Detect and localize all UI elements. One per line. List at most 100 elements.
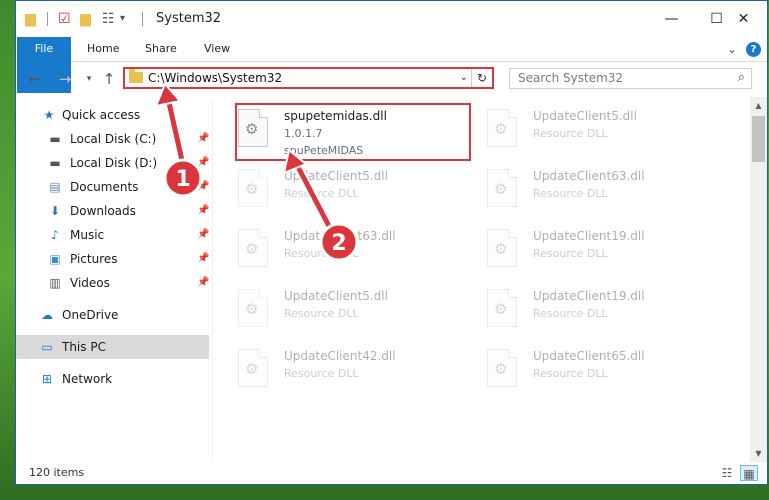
sidebar-item-label: Downloads — [70, 204, 136, 218]
gear-icon: ⚙ — [494, 300, 508, 318]
sidebar-item-label: Quick access — [62, 108, 141, 122]
sidebar-item-local-disk-c[interactable]: ▬ Local Disk (C:) 📌 — [16, 127, 209, 151]
file-name: UpdateClient42.dll — [284, 349, 396, 363]
scroll-up-icon[interactable]: ▲ — [750, 97, 767, 114]
file-description: Resource DLL — [533, 307, 608, 320]
search-input[interactable]: Search System32 ⌕ — [509, 68, 752, 89]
status-bar: 120 items ☷ ▦ — [16, 462, 767, 484]
sidebar-item-label: Network — [62, 372, 113, 386]
dll-file-icon: ⚙ — [238, 229, 268, 267]
ribbon-tabs: File Home Share View ⌄ ? — [16, 37, 767, 93]
download-icon: ⬇ — [49, 204, 61, 218]
videos-icon: ▥ — [49, 276, 61, 290]
file-item[interactable]: ⚙ UpdateClient65.dll Resource DLL — [463, 341, 698, 397]
sidebar-item-network[interactable]: ⊞ Network — [16, 367, 209, 391]
file-name: UpdateClient5.dll — [533, 109, 637, 123]
navigation-bar: ← → ▾ ↑ C:\Windows\System32 ⌄ ↻ Search S… — [16, 62, 767, 96]
pin-icon: 📌 — [197, 253, 210, 264]
forward-button[interactable]: → — [54, 68, 76, 90]
scrollbar-thumb[interactable] — [752, 116, 765, 162]
tab-home[interactable]: Home — [87, 37, 119, 61]
search-icon[interactable]: ⌕ — [738, 70, 745, 85]
gear-icon: ⚙ — [245, 300, 259, 318]
navigation-pane: ★ Quick access ▬ Local Disk (C:) 📌 ▬ Loc… — [16, 101, 212, 462]
expand-ribbon-icon[interactable]: ⌄ — [723, 40, 741, 58]
window-title: System32 — [156, 11, 222, 26]
file-name: UpdateClient63.dll — [533, 169, 645, 183]
dll-file-icon: ⚙ — [487, 169, 517, 207]
large-icons-view-icon[interactable]: ▦ — [740, 465, 758, 481]
file-item[interactable]: ⚙ UpdateClient63.dll Resource DLL — [214, 221, 449, 277]
folder-icon: ▆ — [25, 11, 36, 27]
tab-share[interactable]: Share — [145, 37, 177, 61]
sidebar-item-videos[interactable]: ▥ Videos 📌 — [16, 271, 209, 295]
file-name: UpdateClient5.dll — [284, 169, 388, 183]
file-item[interactable]: ⚙ UpdateClient5.dll Resource DLL — [463, 101, 698, 157]
address-bar[interactable]: C:\Windows\System32 ⌄ ↻ — [123, 67, 494, 89]
drive-icon: ▬ — [49, 156, 61, 170]
help-icon[interactable]: ? — [746, 42, 761, 57]
scroll-down-icon[interactable]: ▼ — [750, 445, 767, 462]
file-item[interactable]: ⚙ UpdateClient5.dll Resource DLL — [214, 281, 449, 337]
refresh-button[interactable]: ↻ — [471, 69, 492, 87]
file-description: Resource DLL — [284, 307, 359, 320]
tab-view[interactable]: View — [204, 37, 230, 61]
file-description: Resource DLL — [533, 367, 608, 380]
dll-file-icon: ⚙ — [238, 349, 268, 387]
file-item[interactable]: ⚙ UpdateClient42.dll Resource DLL — [214, 341, 449, 397]
sidebar-item-label: Pictures — [70, 252, 118, 266]
file-item[interactable]: ⚙ UpdateClient19.dll Resource DLL — [463, 281, 698, 337]
sidebar-item-this-pc[interactable]: ▭ This PC — [16, 335, 209, 359]
network-icon: ⊞ — [41, 372, 53, 386]
folder-icon — [129, 69, 143, 83]
sidebar-item-downloads[interactable]: ⬇ Downloads 📌 — [16, 199, 209, 223]
sidebar-item-onedrive[interactable]: ☁ OneDrive — [16, 303, 209, 327]
divider — [142, 12, 143, 26]
dll-file-icon: ⚙ — [487, 109, 517, 147]
minimize-button[interactable]: — — [649, 1, 694, 37]
sidebar-item-pictures[interactable]: ▣ Pictures 📌 — [16, 247, 209, 271]
sidebar-item-label: This PC — [62, 340, 106, 354]
sidebar-item-music[interactable]: ♪ Music 📌 — [16, 223, 209, 247]
documents-icon: ▤ — [49, 180, 61, 194]
new-folder-icon[interactable]: ▆ — [80, 10, 91, 28]
vertical-scrollbar[interactable]: ▲ ▼ — [750, 97, 767, 462]
sidebar-item-local-disk-d[interactable]: ▬ Local Disk (D:) 📌 — [16, 151, 209, 175]
back-button[interactable]: ← — [24, 68, 46, 90]
pin-icon: 📌 — [197, 277, 210, 288]
divider — [47, 12, 48, 26]
address-path[interactable]: C:\Windows\System32 — [148, 70, 282, 86]
music-icon: ♪ — [51, 228, 59, 242]
sidebar-item-documents[interactable]: ▤ Documents 📌 — [16, 175, 209, 199]
up-button[interactable]: ↑ — [98, 68, 120, 90]
file-item[interactable]: ⚙ UpdateClient19.dll Resource DLL — [463, 221, 698, 277]
gear-icon: ⚙ — [245, 240, 259, 258]
file-highlight-box — [235, 103, 471, 161]
explorer-window: ▆ ☑ ▆ ☷ ▾ System32 — ☐ ✕ File Home Share… — [15, 0, 768, 485]
properties-icon[interactable]: ☑ — [58, 10, 71, 28]
sidebar-item-label: Videos — [70, 276, 110, 290]
sidebar-item-label: Music — [70, 228, 105, 242]
file-name: UpdateClient63.dll — [284, 229, 396, 243]
sidebar-item-quick-access[interactable]: ★ Quick access — [16, 103, 209, 127]
sidebar-item-label: OneDrive — [62, 308, 119, 322]
item-count: 120 items — [29, 466, 85, 479]
recent-locations-button[interactable]: ▾ — [78, 68, 100, 90]
gear-icon: ⚙ — [494, 360, 508, 378]
file-description: Resource DLL — [533, 127, 608, 140]
pin-icon: 📌 — [197, 133, 210, 144]
close-button[interactable]: ✕ — [721, 1, 766, 37]
gear-icon: ⚙ — [494, 120, 508, 138]
chevron-down-icon[interactable]: ⌄ — [460, 69, 468, 87]
chevron-down-icon[interactable]: ▾ — [120, 10, 125, 28]
file-description: Resource DLL — [284, 367, 359, 380]
file-name: UpdateClient5.dll — [284, 289, 388, 303]
customize-toolbar-icon[interactable]: ☷ — [102, 10, 115, 28]
file-item[interactable]: ⚙ UpdateClient5.dll Resource DLL — [214, 161, 449, 217]
sidebar-item-label: Documents — [70, 180, 139, 194]
file-item[interactable]: ⚙ UpdateClient63.dll Resource DLL — [463, 161, 698, 217]
gear-icon: ⚙ — [494, 180, 508, 198]
details-view-icon[interactable]: ☷ — [718, 465, 736, 481]
pin-icon: 📌 — [197, 181, 210, 192]
pin-icon: 📌 — [197, 205, 210, 216]
